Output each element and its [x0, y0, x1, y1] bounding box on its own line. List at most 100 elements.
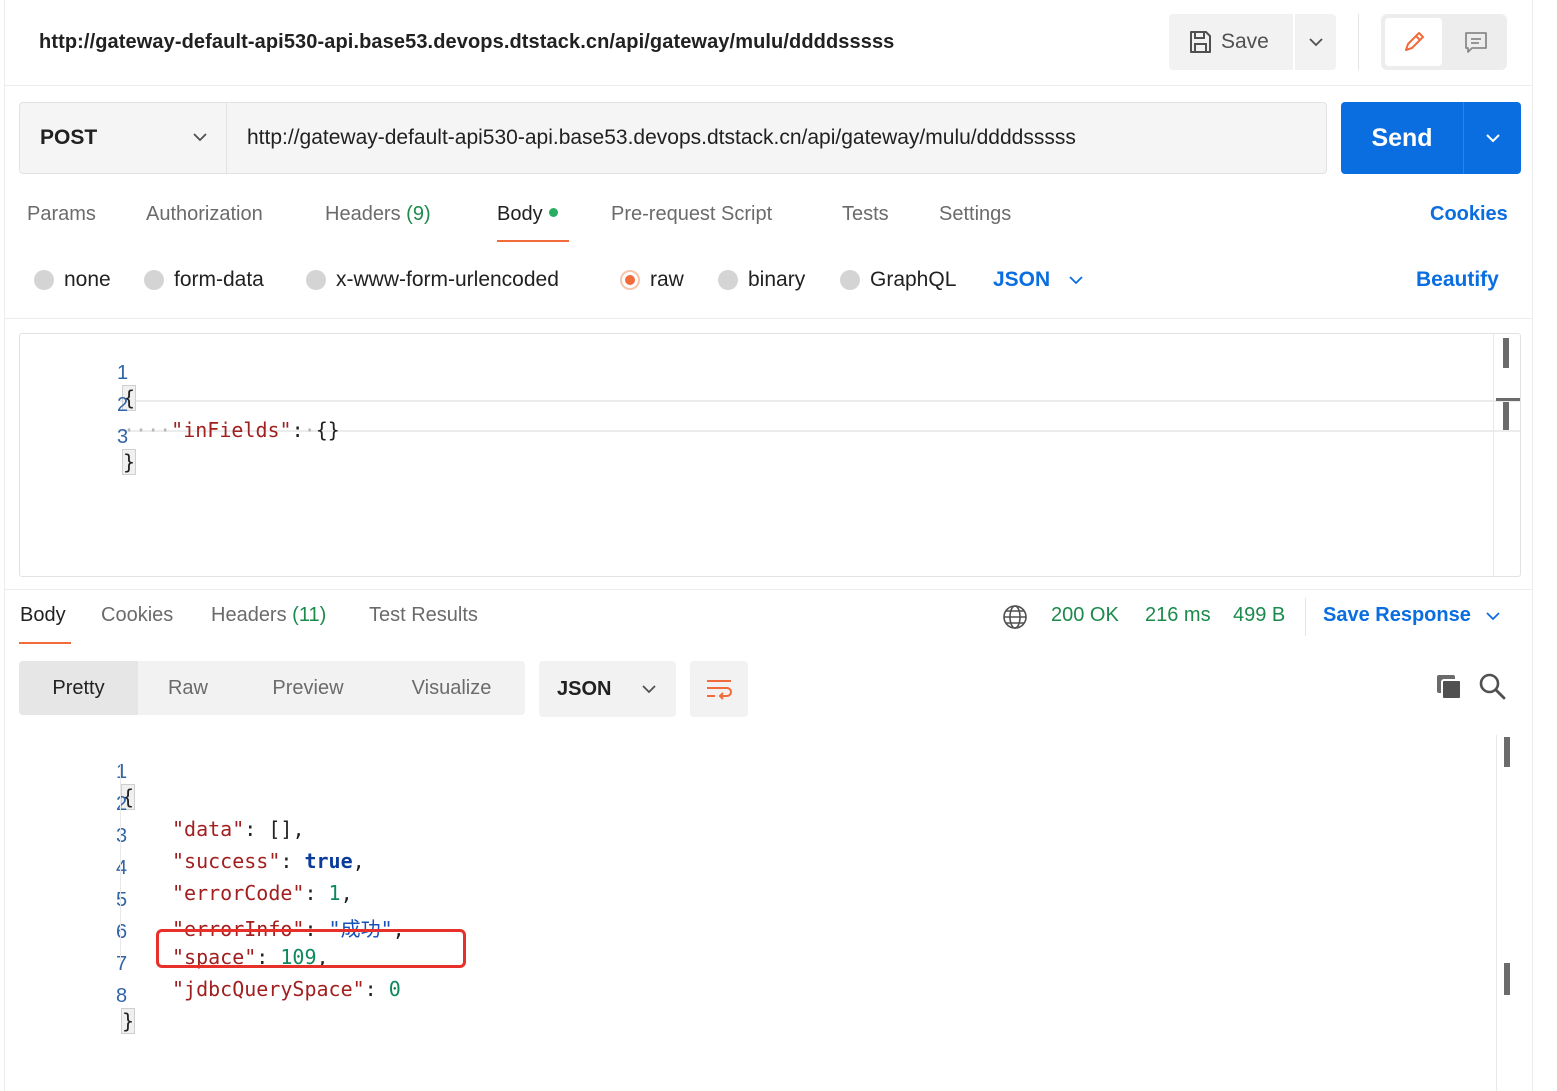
radio-graphql-dot [840, 270, 860, 290]
scrollbar-marker [1504, 963, 1510, 995]
scrollbar-thumb[interactable] [1503, 338, 1509, 368]
code-line: 1 { [19, 737, 1499, 810]
toolbar-divider [1358, 14, 1359, 70]
response-format-label: JSON [557, 677, 612, 700]
response-tab-body[interactable]: Body [20, 604, 66, 627]
response-body-viewer[interactable]: 1 { 2 "data": [], 3 "success": true, 4 "… [19, 735, 1510, 1091]
close-brace: } [121, 449, 137, 475]
code-line: 4 "errorCode": 1, [19, 833, 1499, 905]
request-title-bar: http://gateway-default-api530-api.base53… [5, 0, 1532, 86]
radio-urlencoded[interactable]: x-www-form-urlencoded [306, 268, 559, 292]
body-language-select[interactable]: JSON [993, 268, 1084, 292]
chevron-down-icon [1308, 38, 1323, 47]
chevron-down-icon [642, 685, 657, 694]
active-tab-underline [497, 240, 569, 242]
save-button[interactable]: Save [1169, 14, 1295, 70]
edit-mode-button[interactable] [1385, 18, 1442, 66]
radio-none-dot [34, 270, 54, 290]
send-button[interactable]: Send [1341, 102, 1463, 174]
scrollbar-thumb[interactable] [1504, 737, 1510, 767]
request-body-editor[interactable]: 1 { 2 ····"inFields":·{} 3 } [19, 333, 1521, 577]
active-tab-underline [19, 642, 71, 644]
code-text: } [121, 449, 137, 475]
response-tab-headers-count: (11) [292, 604, 327, 626]
chevron-down-icon [1486, 611, 1500, 620]
cursor-marker [1496, 398, 1520, 401]
chevron-down-icon [1069, 276, 1083, 285]
view-visualize[interactable]: Visualize [378, 661, 525, 715]
scrollbar-track [1493, 334, 1494, 576]
radio-form-data[interactable]: form-data [144, 268, 264, 292]
send-options-dropdown[interactable] [1463, 102, 1521, 174]
save-label: Save [1221, 30, 1269, 53]
tab-tests[interactable]: Tests [842, 203, 889, 226]
save-response-label: Save Response [1323, 604, 1471, 626]
tab-body[interactable]: Body [497, 203, 558, 226]
url-input[interactable]: http://gateway-default-api530-api.base53… [226, 102, 1327, 174]
radio-binary-dot [718, 270, 738, 290]
http-method-label: POST [40, 126, 98, 149]
body-language-label: JSON [993, 268, 1051, 291]
pencil-icon [1404, 32, 1424, 51]
scrollbar-marker [1503, 402, 1509, 430]
chevron-down-icon [193, 133, 207, 142]
window-left-border [4, 0, 5, 1091]
view-preview[interactable]: Preview [238, 661, 378, 715]
scrollbar-track [1496, 735, 1497, 1091]
radio-graphql[interactable]: GraphQL [840, 268, 956, 292]
code-text: } [120, 1008, 136, 1034]
tab-headers-label: Headers [325, 203, 401, 225]
body-modified-indicator [548, 208, 558, 218]
radio-raw-label: raw [650, 268, 684, 291]
response-view-selector: Pretty Raw Preview Visualize [19, 661, 525, 715]
radio-none[interactable]: none [34, 268, 111, 292]
tab-pre-request-script[interactable]: Pre-request Script [611, 203, 772, 226]
response-size[interactable]: 499 B [1233, 604, 1285, 627]
view-pretty[interactable]: Pretty [19, 661, 138, 715]
response-tab-headers[interactable]: Headers (11) [211, 604, 326, 627]
view-mode-toggle [1381, 14, 1507, 70]
tab-authorization[interactable]: Authorization [146, 203, 263, 226]
cookies-link[interactable]: Cookies [1430, 203, 1508, 226]
radio-binary[interactable]: binary [718, 268, 805, 292]
copy-icon[interactable] [1435, 673, 1463, 701]
wrap-lines-icon [707, 680, 732, 700]
view-raw[interactable]: Raw [138, 661, 238, 715]
indent-guide [120, 765, 121, 961]
tab-params[interactable]: Params [27, 203, 96, 226]
save-options-dropdown[interactable] [1293, 14, 1336, 70]
save-response-button[interactable]: Save Response [1323, 604, 1501, 627]
code-line: 1 { [20, 338, 1520, 411]
code-line: 3 } [20, 402, 1520, 475]
radio-raw-dot-selected [620, 270, 640, 290]
radio-binary-label: binary [748, 268, 806, 291]
code-line: 6 "space": 109, [19, 897, 1499, 969]
response-tab-test-results[interactable]: Test Results [369, 604, 478, 627]
tab-headers-count: (9) [406, 203, 431, 225]
tab-settings[interactable]: Settings [939, 203, 1011, 226]
http-method-select[interactable]: POST [19, 102, 227, 174]
beautify-button[interactable]: Beautify [1416, 268, 1499, 292]
documentation-mode-button[interactable] [1447, 18, 1504, 66]
radio-graphql-label: GraphQL [870, 268, 957, 291]
search-icon[interactable] [1478, 672, 1506, 700]
window-right-border [1532, 0, 1533, 1091]
radio-none-label: none [64, 268, 111, 291]
tab-headers[interactable]: Headers (9) [325, 203, 431, 226]
response-tab-cookies[interactable]: Cookies [101, 604, 173, 627]
comment-icon [1464, 32, 1487, 53]
line-number: 3 [117, 426, 129, 448]
code-line: 2 ····"inFields":·{} [20, 370, 1520, 442]
wrap-lines-button[interactable] [690, 661, 748, 717]
response-status[interactable]: 200 OK [1051, 604, 1119, 627]
request-title[interactable]: http://gateway-default-api530-api.base53… [39, 31, 894, 54]
floppy-disk-icon [1190, 31, 1211, 53]
globe-icon[interactable] [1002, 604, 1028, 630]
chevron-down-icon [1485, 134, 1500, 143]
line-number: 8 [116, 985, 128, 1007]
status-divider [1305, 598, 1306, 636]
response-time[interactable]: 216 ms [1145, 604, 1211, 627]
response-format-select[interactable]: JSON [539, 661, 676, 717]
code-line: 3 "success": true, [19, 801, 1499, 873]
radio-raw[interactable]: raw [620, 268, 684, 292]
